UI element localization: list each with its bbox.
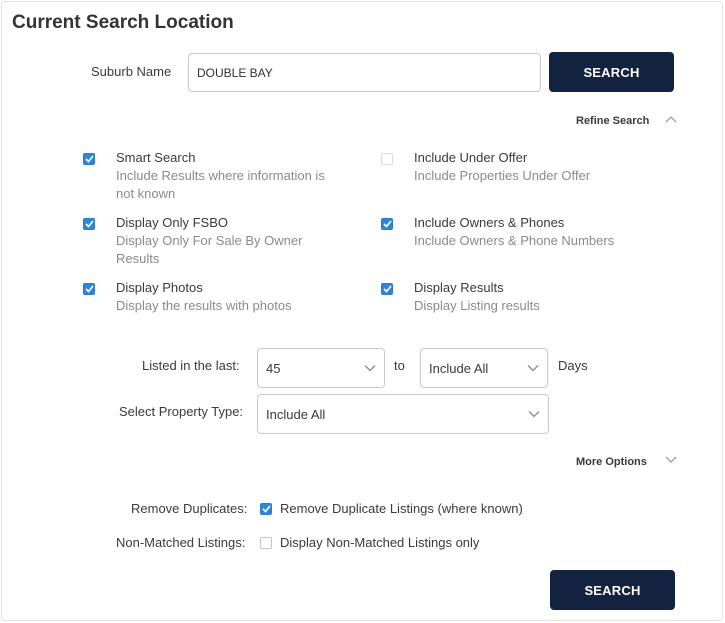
check-icon (84, 155, 94, 163)
checkbox-non-matched[interactable] (260, 537, 272, 549)
non-matched-label: Non-Matched Listings: (116, 535, 246, 550)
option-description: Include Results where information is not… (116, 168, 325, 201)
property-type-label: Select Property Type: (119, 404, 244, 419)
option-title: Display Results (414, 280, 504, 295)
checkbox-smart-search[interactable] (83, 153, 95, 165)
checkbox-display-only-fsbo[interactable] (83, 218, 95, 230)
listed-to-select[interactable]: Include All (420, 348, 548, 388)
option-description: Display the results with photos (116, 298, 292, 313)
chevron-down-icon (527, 365, 539, 372)
listed-from-value: 45 (266, 360, 281, 376)
checkbox-include-under-offer[interactable] (381, 153, 393, 165)
chevron-down-icon (528, 411, 540, 418)
option-title: Include Under Offer (414, 150, 528, 165)
days-label: Days (558, 358, 588, 373)
suburb-input[interactable]: DOUBLE BAY (188, 53, 541, 92)
property-type-value: Include All (266, 406, 326, 422)
suburb-input-value: DOUBLE BAY (197, 65, 273, 80)
property-type-select[interactable]: Include All (257, 394, 549, 434)
listed-from-select[interactable]: 45 (257, 348, 385, 388)
check-icon (382, 285, 392, 293)
refine-search-toggle[interactable]: Refine Search (576, 115, 649, 127)
listed-label: Listed in the last: (142, 358, 240, 373)
remove-duplicates-option: Remove Duplicate Listings (where known) (280, 501, 523, 516)
option-title: Display Photos (116, 280, 203, 295)
option-title: Display Only FSBO (116, 215, 228, 230)
check-icon (261, 505, 271, 513)
option-title: Smart Search (116, 150, 196, 165)
more-options-toggle[interactable]: More Options (576, 456, 647, 468)
page-title: Current Search Location (12, 12, 234, 33)
checkbox-display-results[interactable] (381, 283, 393, 295)
chevron-down-icon (364, 365, 376, 372)
chevron-up-icon[interactable] (664, 114, 678, 124)
option-description: Include Properties Under Offer (414, 168, 591, 183)
search-button-top[interactable]: SEARCH (549, 52, 674, 92)
listed-to-value: Include All (429, 360, 489, 376)
option-description: Display Only For Sale By Owner Results (116, 233, 303, 266)
checkbox-display-photos[interactable] (83, 283, 95, 295)
suburb-label: Suburb Name (91, 64, 172, 79)
option-title: Include Owners & Phones (414, 215, 565, 230)
option-description: Include Owners & Phone Numbers (414, 233, 615, 248)
search-button-bottom[interactable]: SEARCH (550, 570, 675, 610)
check-icon (382, 220, 392, 228)
option-description: Display Listing results (414, 298, 540, 313)
listed-to-label: to (394, 358, 405, 373)
check-icon (84, 220, 94, 228)
checkbox-include-owners-phones[interactable] (381, 218, 393, 230)
checkbox-remove-duplicates[interactable] (260, 503, 272, 515)
remove-duplicates-label: Remove Duplicates: (131, 501, 248, 516)
chevron-down-icon[interactable] (664, 455, 678, 465)
check-icon (84, 285, 94, 293)
non-matched-option: Display Non-Matched Listings only (280, 535, 480, 550)
